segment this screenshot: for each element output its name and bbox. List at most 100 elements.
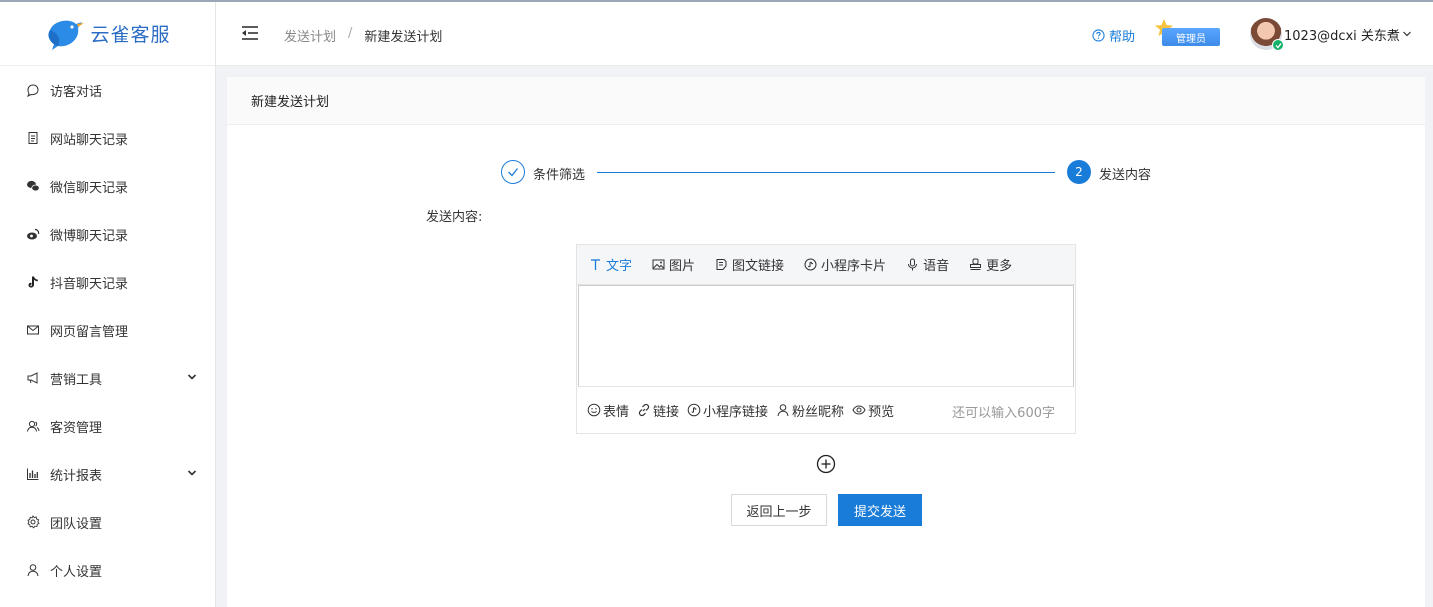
tab-mini-program-card[interactable]: 小程序卡片 [804, 255, 886, 274]
bar-chart-icon [26, 467, 40, 481]
text-icon [591, 259, 600, 270]
collapse-menu-icon[interactable] [240, 24, 260, 42]
sidebar-item-label: 网页留言管理 [50, 324, 129, 340]
step-1-label: 条件筛选 [533, 168, 586, 183]
user-icon [26, 563, 40, 577]
article-link-icon [716, 259, 727, 270]
preview-button[interactable]: 预览 [852, 401, 894, 420]
link-icon [638, 403, 650, 417]
avatar [1250, 18, 1284, 51]
user-icon [777, 404, 789, 417]
sidebar-item-team-settings[interactable]: 团队设置 [0, 498, 215, 546]
username: 1023@dcxi 关东煮 [1284, 28, 1400, 44]
document-icon [26, 131, 40, 145]
sidebar-item-customer-management[interactable]: 客资管理 [0, 402, 215, 450]
tab-image[interactable]: 图片 [652, 255, 695, 274]
submit-button[interactable]: 提交发送 [838, 494, 922, 526]
tab-label: 图片 [669, 259, 696, 274]
sidebar-item-statistics[interactable]: 统计报表 [0, 450, 215, 498]
sidebar: 云雀客服 访客对话 网站聊天记录 微信聊天记录 微博聊天记录 抖音聊天记录 网页… [0, 2, 216, 607]
megaphone-icon [26, 371, 40, 385]
admin-badge: 管理员 [1154, 18, 1224, 50]
step-2-label: 发送内容 [1099, 168, 1152, 183]
message-editor: 文字 图片 图文链接 小程序卡片 语音 更多 表情 链接 小程序链接 粉丝昵称 … [576, 244, 1076, 434]
user-menu[interactable]: 1023@dcxi 关东煮 [1250, 18, 1412, 51]
role-badge: 管理员 [1162, 28, 1220, 46]
mail-icon [26, 323, 40, 337]
bird-logo-icon [48, 20, 85, 50]
chevron-down-icon[interactable] [187, 468, 197, 478]
image-icon [652, 259, 665, 270]
breadcrumb-current: 新建发送计划 [364, 30, 443, 45]
sidebar-menu: 访客对话 网站聊天记录 微信聊天记录 微博聊天记录 抖音聊天记录 网页留言管理 … [0, 66, 215, 594]
sidebar-item-web-message[interactable]: 网页留言管理 [0, 306, 215, 354]
top-header: 发送计划 / 新建发送计划 帮助 管理员 1023@dcxi 关东煮 [216, 2, 1433, 66]
logo[interactable]: 云雀客服 [0, 2, 215, 66]
tool-label: 小程序链接 [703, 404, 769, 420]
message-textarea[interactable] [579, 286, 1073, 386]
sidebar-item-weibo-chat-log[interactable]: 微博聊天记录 [0, 210, 215, 258]
sidebar-item-web-chat-log[interactable]: 网站聊天记录 [0, 114, 215, 162]
weibo-icon [26, 227, 40, 241]
steps: 条件筛选 2 发送内容 [501, 160, 1151, 186]
mini-program-icon [687, 403, 701, 417]
tab-more[interactable]: 更多 [969, 255, 1012, 274]
tool-label: 表情 [603, 404, 630, 420]
tab-label: 小程序卡片 [821, 259, 887, 274]
back-button[interactable]: 返回上一步 [731, 494, 827, 526]
tab-label: 文字 [606, 259, 633, 274]
help-link[interactable]: 帮助 [1092, 26, 1135, 45]
step-connector [597, 172, 1055, 173]
sidebar-item-label: 客资管理 [50, 420, 103, 436]
wechat-icon [26, 179, 40, 193]
page-title: 新建发送计划 [227, 77, 1425, 125]
content-type-tabs: 文字 图片 图文链接 小程序卡片 语音 更多 [577, 245, 1075, 285]
sidebar-item-douyin-chat-log[interactable]: 抖音聊天记录 [0, 258, 215, 306]
breadcrumb: 发送计划 / 新建发送计划 [284, 26, 442, 45]
message-text-area-wrapper [578, 285, 1074, 387]
tab-voice[interactable]: 语音 [906, 255, 949, 274]
sidebar-item-label: 微博聊天记录 [50, 228, 129, 244]
sidebar-item-label: 团队设置 [50, 516, 103, 532]
sidebar-item-label: 统计报表 [50, 468, 103, 484]
tab-text[interactable]: 文字 [589, 255, 632, 274]
tool-label: 粉丝昵称 [792, 404, 845, 420]
users-icon [26, 419, 40, 433]
tab-label: 图文链接 [732, 259, 785, 274]
sidebar-item-visitor-chat[interactable]: 访客对话 [0, 66, 215, 114]
tab-article-link[interactable]: 图文链接 [715, 255, 784, 274]
tiktok-icon [26, 275, 40, 289]
sidebar-item-label: 营销工具 [50, 372, 103, 388]
online-check-icon [1272, 39, 1284, 51]
fan-nickname-button[interactable]: 粉丝昵称 [776, 401, 844, 420]
step-2-number: 2 [1067, 160, 1091, 184]
microphone-icon [908, 258, 918, 271]
link-button[interactable]: 链接 [637, 401, 679, 420]
mini-program-link-button[interactable]: 小程序链接 [687, 401, 768, 420]
question-circle-icon [1092, 29, 1105, 42]
add-content-icon[interactable] [816, 454, 836, 474]
tab-label: 语音 [923, 259, 950, 274]
emoji-button[interactable]: 表情 [587, 401, 629, 420]
tool-label: 链接 [653, 404, 680, 420]
eye-icon [852, 405, 866, 415]
sidebar-item-personal-settings[interactable]: 个人设置 [0, 546, 215, 594]
smile-icon [587, 403, 601, 417]
sidebar-item-marketing-tools[interactable]: 营销工具 [0, 354, 215, 402]
breadcrumb-separator: / [348, 26, 353, 41]
tab-label: 更多 [986, 259, 1013, 274]
stamp-icon [970, 258, 982, 270]
help-label: 帮助 [1109, 30, 1136, 45]
sidebar-item-label: 访客对话 [50, 84, 103, 100]
sidebar-item-wechat-chat-log[interactable]: 微信聊天记录 [0, 162, 215, 210]
mini-program-icon [804, 258, 817, 271]
sidebar-item-label: 抖音聊天记录 [50, 276, 129, 292]
chevron-down-icon [1402, 31, 1411, 37]
main-panel: 新建发送计划 条件筛选 2 发送内容 发送内容: 文字 图片 图文链接 小程序卡… [227, 77, 1425, 607]
chevron-down-icon[interactable] [187, 372, 197, 382]
sidebar-item-label: 个人设置 [50, 564, 103, 580]
send-content-label: 发送内容: [426, 210, 483, 225]
tool-label: 预览 [868, 404, 895, 420]
gear-icon [26, 515, 40, 529]
breadcrumb-send-plan[interactable]: 发送计划 [284, 26, 336, 45]
